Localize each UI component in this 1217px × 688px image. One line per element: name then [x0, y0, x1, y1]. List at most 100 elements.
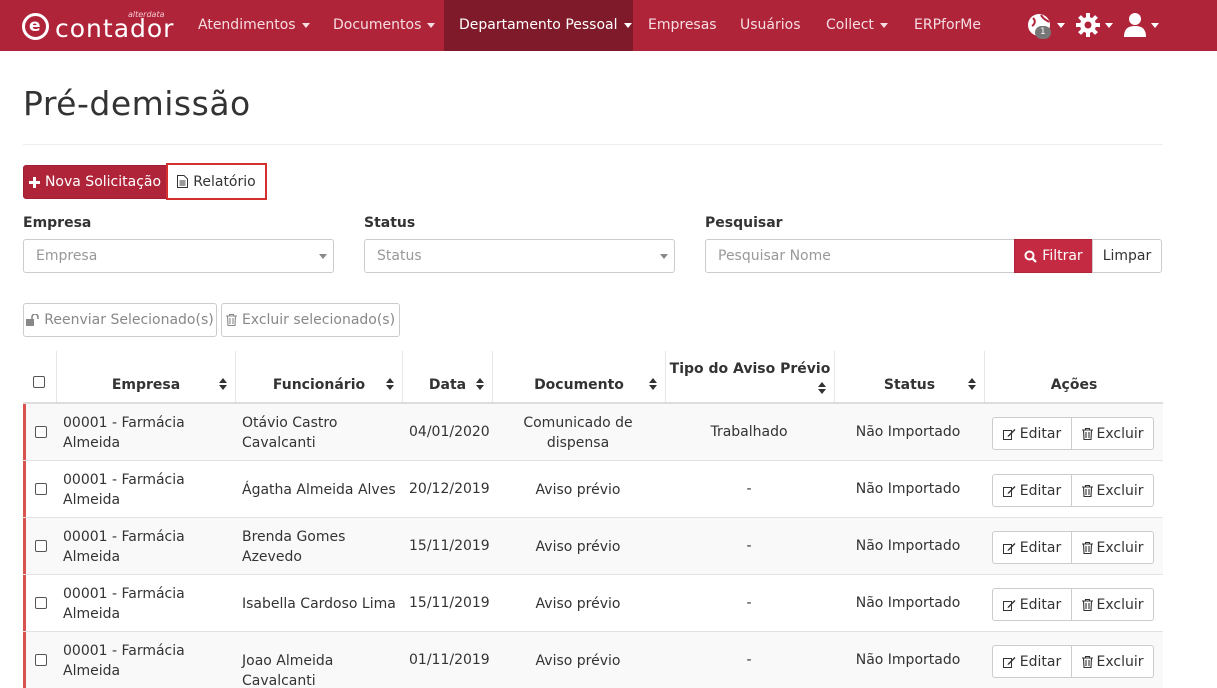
status-select[interactable]: Status	[364, 239, 675, 273]
cell-empresa: 00001 - Farmácia Almeida	[63, 584, 238, 624]
table-row: 00001 - Farmácia Almeida Otávio Castro Cava…	[23, 404, 1163, 461]
header-label: Tipo do Aviso Prévio	[669, 361, 831, 377]
header-label: Status	[883, 377, 936, 393]
delete-button[interactable]: Excluir	[1072, 474, 1154, 507]
empresa-line: Almeida	[63, 663, 121, 679]
nav-documentos[interactable]: Documentos	[318, 0, 450, 51]
empresa-line: Almeida	[63, 606, 121, 622]
header-data[interactable]: Data	[402, 351, 492, 403]
header-funcionario[interactable]: Funcionário	[235, 351, 402, 403]
select-all-checkbox[interactable]	[33, 376, 45, 388]
cell-funcionario: Isabella Cardoso Lima	[242, 594, 407, 614]
report-button[interactable]: Relatório	[166, 163, 267, 200]
row-checkbox[interactable]	[35, 540, 47, 552]
nav-atendimentos[interactable]: Atendimentos	[183, 0, 325, 51]
nav-empresas[interactable]: Empresas	[633, 0, 732, 51]
row-status-marker	[23, 632, 26, 688]
delete-selected-button[interactable]: Excluir selecionado(s)	[221, 303, 400, 337]
sort-icon	[476, 378, 484, 390]
empresa-line: Almeida	[63, 435, 121, 451]
header-empresa[interactable]: Empresa	[56, 351, 235, 403]
table-row: 00001 - Farmácia Almeida Isabella Cardoso …	[23, 575, 1163, 632]
trash-icon	[1081, 541, 1093, 554]
funcionario-line: Joao Almeida Cavalcanti	[242, 653, 334, 688]
nav-departamento-pessoal[interactable]: Departamento Pessoal	[444, 0, 633, 51]
nav-label: Empresas	[648, 17, 717, 33]
cell-funcionario: Ágatha Almeida Alves	[242, 480, 407, 500]
table-row: 00001 - Farmácia Almeida Brenda Gomes Azeve…	[23, 518, 1163, 575]
cell-documento: Aviso prévio	[492, 480, 664, 500]
cell-data: 15/11/2019	[409, 595, 490, 611]
resend-selected-button[interactable]: Reenviar Selecionado(s)	[23, 303, 217, 337]
brand-logo[interactable]: e alterdata contador	[22, 6, 173, 46]
delete-button[interactable]: Excluir	[1072, 588, 1154, 621]
caret-down-icon	[623, 22, 632, 28]
cell-data: 20/12/2019	[409, 481, 490, 497]
edit-button[interactable]: Editar	[992, 474, 1072, 507]
edit-button[interactable]: Editar	[992, 645, 1072, 678]
row-checkbox[interactable]	[35, 426, 47, 438]
notification-badge: 1	[1035, 26, 1051, 39]
cell-data: 15/11/2019	[409, 538, 490, 554]
trash-icon	[1081, 484, 1093, 497]
nav-collect[interactable]: Collect	[811, 0, 903, 51]
nav-label: Usuários	[740, 17, 801, 33]
search-icon	[1024, 250, 1038, 263]
caret-down-icon	[1105, 23, 1113, 28]
row-checkbox[interactable]	[35, 654, 47, 666]
cell-documento: Aviso prévio	[492, 651, 664, 671]
empresa-line: 00001 - Farmácia	[63, 643, 185, 659]
funcionario-line: Brenda Gomes	[242, 529, 346, 545]
row-status-marker	[23, 575, 26, 631]
caret-down-icon	[1057, 23, 1065, 28]
empresa-line: Almeida	[63, 492, 121, 508]
delete-label: Excluir	[1096, 425, 1144, 442]
cell-documento: Aviso prévio	[492, 594, 664, 614]
edit-button[interactable]: Editar	[992, 531, 1072, 564]
cell-data: 01/11/2019	[409, 652, 490, 668]
header-documento[interactable]: Documento	[492, 351, 665, 403]
nav-label: Documentos	[333, 17, 422, 33]
edit-button[interactable]: Editar	[992, 417, 1072, 450]
notifications-globe-button[interactable]: 1	[1027, 12, 1067, 40]
delete-button[interactable]: Excluir	[1072, 645, 1154, 678]
nav-usuarios[interactable]: Usuários	[725, 0, 816, 51]
empresa-select[interactable]: Empresa	[23, 239, 334, 273]
cell-status: Não Importado	[855, 538, 961, 554]
header-label: Documento	[534, 377, 624, 393]
delete-button[interactable]: Excluir	[1072, 531, 1154, 564]
new-request-button[interactable]: Nova Solicitação	[23, 165, 167, 199]
edit-icon	[1002, 428, 1016, 440]
search-input[interactable]: Pesquisar Nome	[705, 239, 1015, 273]
settings-button[interactable]	[1075, 12, 1115, 40]
edit-label: Editar	[1019, 653, 1062, 670]
funcionario-line: Otávio Castro	[242, 415, 338, 431]
row-checkbox[interactable]	[35, 483, 47, 495]
report-label: Relatório	[193, 173, 256, 190]
sort-icon	[968, 378, 976, 390]
clear-button[interactable]: Limpar	[1092, 239, 1162, 273]
filter-label: Filtrar	[1042, 248, 1083, 264]
table-row: 00001 - Farmácia Almeida Ágatha Almeida Al…	[23, 461, 1163, 518]
header-label: Ações	[1050, 377, 1098, 393]
delete-button[interactable]: Excluir	[1072, 417, 1154, 450]
edit-label: Editar	[1019, 482, 1062, 499]
header-status[interactable]: Status	[834, 351, 984, 403]
nav-label: ERPforMe	[914, 17, 981, 33]
header-tipo-aviso[interactable]: Tipo do Aviso Prévio	[665, 351, 834, 403]
edit-button[interactable]: Editar	[992, 588, 1072, 621]
row-checkbox[interactable]	[35, 597, 47, 609]
nav-erpforme[interactable]: ERPforMe	[899, 0, 996, 51]
filter-button[interactable]: Filtrar	[1014, 239, 1093, 273]
row-status-marker	[23, 518, 26, 574]
cell-tipo-aviso: Trabalhado	[710, 424, 788, 440]
cell-empresa: 00001 - Farmácia Almeida	[63, 413, 238, 453]
caret-down-icon	[427, 22, 436, 28]
sort-icon	[649, 378, 657, 390]
edit-label: Editar	[1019, 425, 1062, 442]
caret-down-icon	[1151, 23, 1159, 28]
funcionario-line: Ágatha Almeida Alves	[242, 482, 396, 498]
top-navbar: e alterdata contador Atendimentos Docume…	[0, 0, 1217, 51]
nav-label: Atendimentos	[198, 17, 296, 33]
user-menu-button[interactable]	[1123, 12, 1163, 40]
